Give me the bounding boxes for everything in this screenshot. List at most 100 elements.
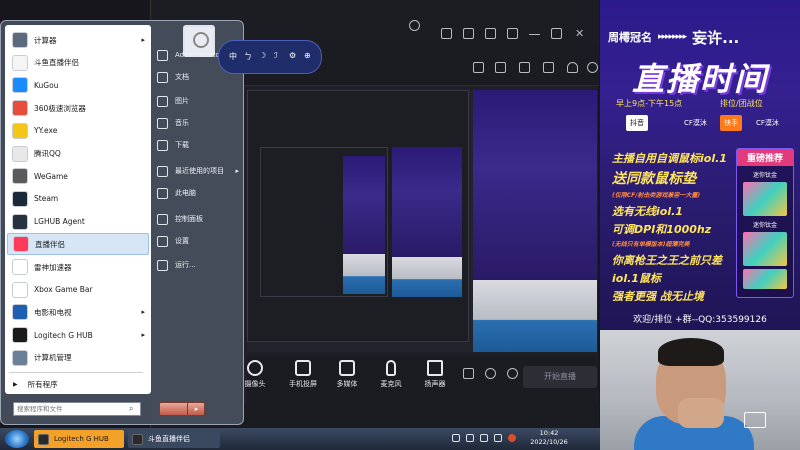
control-label: 麦克风 bbox=[380, 380, 402, 388]
start-menu-program[interactable]: 直播伴侣 bbox=[7, 233, 149, 256]
start-menu-place[interactable]: 运行... bbox=[157, 255, 243, 275]
start-menu-program[interactable]: 电影和电视 ▸ bbox=[7, 301, 149, 323]
close-icon[interactable]: ✕ bbox=[575, 28, 586, 39]
recent-items-icon bbox=[157, 165, 168, 177]
minimize-icon[interactable] bbox=[529, 34, 540, 35]
gear-icon[interactable] bbox=[507, 368, 518, 379]
gift-icon[interactable] bbox=[543, 62, 554, 73]
start-menu-program[interactable]: YY.exe bbox=[7, 120, 149, 142]
submenu-arrow-icon: ▸ bbox=[141, 331, 145, 340]
start-menu-program[interactable]: 腾讯QQ bbox=[7, 143, 149, 165]
start-menu-place[interactable]: 音乐 bbox=[157, 113, 243, 133]
control-panel-icon bbox=[157, 213, 168, 225]
avatar-icon[interactable] bbox=[409, 20, 420, 31]
place-label: 最近使用的项目 bbox=[175, 167, 224, 175]
all-programs-label: 所有程序 bbox=[27, 379, 58, 389]
nested-preview bbox=[247, 90, 469, 342]
taskbar-button[interactable]: Logitech G HUB bbox=[34, 430, 124, 448]
start-menu-program[interactable]: LGHUB Agent bbox=[7, 211, 149, 233]
kugou-icon bbox=[12, 77, 28, 94]
platform-label: CF漠沐 bbox=[756, 119, 779, 127]
start-menu-program[interactable]: 雷神加速器 bbox=[7, 256, 149, 278]
start-menu-place[interactable]: 下载 bbox=[157, 135, 243, 155]
scene-icon[interactable] bbox=[519, 62, 530, 73]
record-icon[interactable] bbox=[463, 368, 474, 379]
menu-icon[interactable] bbox=[507, 28, 518, 39]
start-menu-program[interactable]: Xbox Game Bar bbox=[7, 279, 149, 301]
ime-toolbar-item[interactable]: 中 bbox=[229, 51, 237, 62]
ime-toolbar-item[interactable]: ☽ bbox=[259, 51, 266, 60]
start-menu-program[interactable]: 计算机管理 bbox=[7, 347, 149, 369]
control-phone-cast[interactable]: 手机投屏 bbox=[281, 360, 325, 389]
app-tray-icon[interactable] bbox=[508, 434, 516, 442]
tray-icon[interactable] bbox=[452, 434, 460, 442]
program-label: Logitech G HUB bbox=[34, 330, 93, 340]
poster-perk-line: 主播自用自调鼠标iol.1 bbox=[612, 152, 727, 165]
poster-perk-line: 选有无线iol.1 bbox=[612, 205, 683, 218]
start-live-button[interactable]: 开始直播 bbox=[523, 366, 597, 388]
stream-poster: 周樗冠名 ▸▸▸▸▸▸▸▸ 妄许... 直播时间 早上9点-下午15点 排位/团… bbox=[600, 0, 800, 330]
ime-toolbar-item[interactable]: ⚙ bbox=[289, 51, 296, 60]
taskbar-button[interactable]: 斗鱼直播伴侣 bbox=[128, 430, 220, 448]
start-menu-place[interactable]: 图片 bbox=[157, 91, 243, 111]
start-menu-program[interactable]: Logitech G HUB ▸ bbox=[7, 324, 149, 346]
poster-schedule: 早上9点-下午15点 bbox=[616, 99, 683, 108]
submenu-arrow-icon: ▸ bbox=[141, 308, 145, 317]
product-image bbox=[743, 269, 787, 289]
clock[interactable]: 10:42 2022/10/26 bbox=[524, 429, 574, 447]
all-programs-button[interactable]: ▶ 所有程序 bbox=[7, 376, 147, 392]
settings-icon bbox=[157, 235, 168, 247]
start-menu-place[interactable]: 最近使用的项目 ▸ bbox=[157, 161, 243, 181]
start-menu-program[interactable]: KuGou bbox=[7, 74, 149, 96]
ime-toolbar-item[interactable]: ⊕ bbox=[304, 51, 311, 60]
network-icon[interactable] bbox=[494, 434, 502, 442]
control-multimedia[interactable]: 多媒体 bbox=[325, 360, 369, 389]
start-menu-program[interactable]: 360极速浏览器 bbox=[7, 97, 149, 119]
control-label: 手机投屏 bbox=[289, 380, 317, 388]
start-button[interactable] bbox=[5, 430, 29, 448]
taskbar-button-label: Logitech G HUB bbox=[54, 435, 109, 443]
place-label: 运行... bbox=[175, 261, 196, 269]
recommend-panel: 重磅推荐 迷你钛金 迷你钛金 bbox=[736, 148, 794, 298]
place-label: 此电脑 bbox=[175, 189, 196, 197]
share-icon[interactable] bbox=[587, 62, 598, 73]
ghub-icon bbox=[12, 327, 28, 344]
start-menu-program[interactable]: 斗鱼直播伴侣 bbox=[7, 52, 149, 74]
start-menu-place[interactable]: 设置 bbox=[157, 231, 243, 251]
start-menu-program[interactable]: Steam bbox=[7, 188, 149, 210]
tray-icon[interactable] bbox=[466, 434, 474, 442]
computer-management-icon bbox=[12, 349, 28, 366]
control-microphone[interactable]: 麦克风 bbox=[369, 360, 413, 389]
control-speaker[interactable]: 扬声器 bbox=[413, 360, 457, 389]
bell-icon[interactable] bbox=[567, 62, 578, 73]
program-label: 雷神加速器 bbox=[34, 262, 72, 272]
maximize-icon[interactable] bbox=[551, 28, 562, 39]
ime-toolbar-item[interactable]: ℐ bbox=[274, 51, 278, 60]
control-label: 扬声器 bbox=[424, 380, 446, 388]
product-image bbox=[743, 182, 787, 216]
start-menu-program[interactable]: WeGame bbox=[7, 165, 149, 187]
program-label: 360极速浏览器 bbox=[34, 103, 86, 113]
start-menu-place[interactable]: 此电脑 bbox=[157, 183, 243, 203]
search-input[interactable] bbox=[13, 402, 141, 416]
tray-icon[interactable] bbox=[480, 434, 488, 442]
timer-icon[interactable] bbox=[485, 368, 496, 379]
layout-icon[interactable] bbox=[473, 62, 484, 73]
program-label: 计算器 bbox=[34, 35, 57, 45]
mail-icon[interactable] bbox=[441, 28, 452, 39]
ime-floating-toolbar[interactable]: 中ㄅ ☽ ℐ ⚙ ⊕ bbox=[218, 40, 322, 74]
recommend-title: 重磅推荐 bbox=[737, 149, 793, 166]
qq-icon bbox=[12, 145, 28, 162]
start-menu-place[interactable]: 控制面板 bbox=[157, 209, 243, 229]
poster-perk-line: 送同款鼠标垫 bbox=[612, 171, 696, 187]
shutdown-options-arrow[interactable]: ▸ bbox=[187, 402, 205, 416]
program-label: 电影和电视 bbox=[34, 307, 72, 317]
start-menu-program[interactable]: 计算器 ▸ bbox=[7, 29, 149, 51]
ime-toolbar-item[interactable]: ㄅ bbox=[244, 51, 252, 62]
preview-poster bbox=[473, 90, 597, 280]
chat-icon[interactable] bbox=[485, 28, 496, 39]
message-icon[interactable] bbox=[463, 28, 474, 39]
search-icon[interactable]: ⌕ bbox=[129, 404, 138, 413]
lock-icon[interactable] bbox=[495, 62, 506, 73]
program-label: WeGame bbox=[34, 171, 68, 181]
